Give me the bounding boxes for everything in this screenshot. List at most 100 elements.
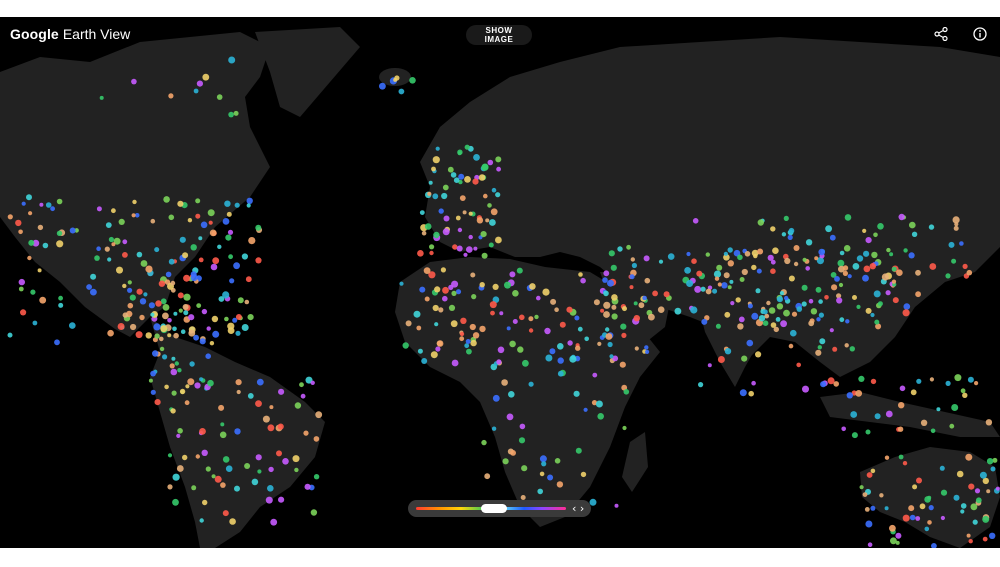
location-dot[interactable] [714, 276, 720, 281]
location-dot[interactable] [176, 433, 181, 438]
location-dot[interactable] [790, 329, 797, 337]
location-dot[interactable] [7, 332, 13, 338]
location-dot[interactable] [873, 232, 878, 238]
location-dot[interactable] [440, 267, 446, 273]
location-dot[interactable] [544, 327, 551, 335]
location-dot[interactable] [172, 473, 180, 481]
location-dot[interactable] [184, 400, 190, 406]
location-dot[interactable] [398, 88, 405, 95]
location-dot[interactable] [945, 380, 951, 386]
location-dot[interactable] [455, 289, 462, 295]
location-dot[interactable] [873, 290, 881, 298]
location-dot[interactable] [56, 240, 64, 248]
location-dot[interactable] [727, 247, 733, 253]
location-dot[interactable] [874, 319, 880, 325]
location-dot[interactable] [202, 499, 208, 506]
location-dot[interactable] [879, 493, 884, 498]
location-dot[interactable] [155, 300, 162, 307]
location-dot[interactable] [825, 225, 832, 233]
location-dot[interactable] [674, 307, 682, 315]
location-dot[interactable] [497, 346, 505, 354]
location-dot[interactable] [597, 413, 604, 420]
location-dot[interactable] [633, 315, 640, 322]
location-dot[interactable] [885, 410, 893, 418]
location-dot[interactable] [198, 236, 203, 241]
location-dot[interactable] [193, 334, 200, 341]
location-dot[interactable] [512, 290, 519, 297]
location-dot[interactable] [891, 279, 897, 284]
location-dot[interactable] [891, 266, 897, 272]
location-dot[interactable] [262, 415, 270, 423]
location-dot[interactable] [277, 423, 284, 430]
location-dot[interactable] [751, 312, 759, 320]
location-dot[interactable] [447, 166, 454, 173]
location-dot[interactable] [805, 239, 813, 246]
location-dot[interactable] [841, 426, 846, 432]
location-dot[interactable] [509, 340, 516, 348]
location-dot[interactable] [819, 338, 826, 345]
location-dot[interactable] [856, 255, 864, 262]
location-dot[interactable] [802, 257, 807, 262]
location-dot[interactable] [965, 453, 973, 461]
location-dot[interactable] [630, 257, 635, 262]
location-dot[interactable] [881, 273, 890, 281]
location-dot[interactable] [131, 213, 136, 218]
location-dot[interactable] [205, 353, 211, 360]
location-dot[interactable] [783, 309, 790, 317]
location-dot[interactable] [605, 333, 613, 340]
location-dot[interactable] [968, 483, 975, 490]
location-dot[interactable] [188, 314, 195, 321]
location-dot[interactable] [850, 411, 858, 418]
color-filter-slider[interactable]: ‹ › [408, 500, 591, 517]
location-dot[interactable] [210, 263, 218, 271]
location-dot[interactable] [465, 339, 471, 344]
location-dot[interactable] [228, 254, 234, 260]
location-dot[interactable] [862, 274, 869, 282]
location-dot[interactable] [968, 539, 973, 544]
location-dot[interactable] [455, 215, 461, 221]
location-dot[interactable] [827, 377, 835, 385]
location-dot[interactable] [802, 385, 809, 393]
location-dot[interactable] [173, 332, 179, 339]
location-dot[interactable] [862, 492, 868, 497]
location-dot[interactable] [278, 388, 285, 395]
location-dot[interactable] [762, 309, 768, 315]
location-dot[interactable] [773, 326, 779, 333]
location-dot[interactable] [723, 251, 729, 256]
location-dot[interactable] [448, 304, 456, 311]
location-dot[interactable] [152, 350, 159, 357]
location-dot[interactable] [717, 356, 725, 363]
location-dot[interactable] [824, 295, 829, 300]
location-dot[interactable] [877, 301, 883, 307]
location-dot[interactable] [491, 187, 497, 193]
location-dot[interactable] [623, 389, 630, 395]
location-dot[interactable] [207, 209, 215, 217]
location-dot[interactable] [911, 231, 918, 237]
location-dot[interactable] [834, 276, 840, 282]
location-dot[interactable] [974, 381, 979, 386]
location-dot[interactable] [783, 215, 789, 221]
location-dot[interactable] [542, 288, 550, 296]
location-dot[interactable] [559, 321, 566, 328]
location-dot[interactable] [105, 222, 112, 229]
location-dot[interactable] [566, 306, 573, 313]
location-dot[interactable] [730, 301, 735, 306]
location-dot[interactable] [158, 280, 166, 287]
location-dot[interactable] [966, 269, 973, 276]
location-dot[interactable] [182, 304, 189, 310]
location-dot[interactable] [27, 255, 32, 261]
location-dot[interactable] [788, 343, 794, 349]
location-dot[interactable] [589, 498, 597, 506]
location-dot[interactable] [989, 532, 996, 539]
location-dot[interactable] [136, 251, 143, 258]
location-dot[interactable] [58, 295, 63, 301]
location-dot[interactable] [292, 455, 300, 463]
location-dot[interactable] [464, 343, 470, 349]
location-dot[interactable] [457, 151, 462, 156]
location-dot[interactable] [54, 339, 60, 346]
location-dot[interactable] [127, 280, 132, 285]
location-dot[interactable] [189, 361, 195, 367]
location-dot[interactable] [852, 263, 860, 270]
location-dot[interactable] [162, 354, 168, 360]
location-dot[interactable] [248, 237, 256, 245]
